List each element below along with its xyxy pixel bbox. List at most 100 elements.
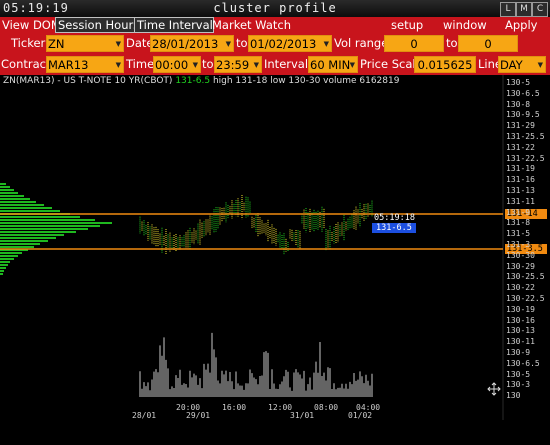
profile-bar xyxy=(0,240,48,242)
profile-bar xyxy=(0,195,24,197)
chevron-down-icon: ▼ xyxy=(192,61,198,69)
profile-bar xyxy=(0,270,4,272)
line-select[interactable]: DAY ▼ xyxy=(498,56,546,73)
chevron-down-icon: ▼ xyxy=(349,61,355,69)
to-label-2: to xyxy=(202,57,214,71)
profile-bar xyxy=(0,246,34,248)
volume-profile xyxy=(0,183,112,275)
y-tick-label: 130-19 xyxy=(506,304,535,314)
profile-bar xyxy=(0,189,14,191)
profile-bar xyxy=(0,252,22,254)
y-tick-label: 130-8 xyxy=(506,99,531,109)
profile-bar xyxy=(0,204,44,206)
vol-range-label: Vol range xyxy=(334,36,389,50)
control-row-1: Ticker ZN ▼ Date 28/01/2013 ▼ to 01/02/2… xyxy=(0,33,550,54)
y-tick-label: 130-5 xyxy=(506,369,531,379)
y-tick-label: 131-22 xyxy=(506,142,535,152)
y-tick-label: 130-3 xyxy=(506,380,531,390)
menu-bar: View DOM Session Hours Time Interval Mar… xyxy=(0,17,550,33)
profile-bar xyxy=(0,219,95,221)
profile-bar xyxy=(0,237,56,239)
window-button-m[interactable]: M xyxy=(516,2,532,17)
profile-bar xyxy=(0,186,10,188)
time-from-value: 00:00 xyxy=(155,58,189,72)
date-to-input[interactable]: 01/02/2013 ▼ xyxy=(248,35,332,52)
tab-session-hours[interactable]: Session Hours xyxy=(55,17,139,33)
y-tick-label: 131-8 xyxy=(506,218,531,228)
profile-bar xyxy=(0,228,88,230)
y-tick-label: 130 xyxy=(506,391,521,401)
profile-bar xyxy=(0,183,6,185)
y-tick-label: 130-9 xyxy=(506,348,531,357)
y-tick-label: 130-5 xyxy=(506,78,531,87)
y-tick-label: 131-29 xyxy=(506,121,535,131)
y-tick-label: 131-25.5 xyxy=(506,132,545,141)
interval-value: 60 MIN xyxy=(310,58,351,72)
profile-bar xyxy=(0,234,64,236)
volume-histogram xyxy=(139,332,373,397)
current-price-tag: 131-6.5 xyxy=(372,223,416,233)
profile-bar xyxy=(0,225,100,227)
y-tick-label: 131-5 xyxy=(506,229,531,239)
contract-select[interactable]: MAR13 ▼ xyxy=(46,56,124,73)
x-date-label: 28/01 xyxy=(132,411,157,420)
y-tick-label: 130-25.5 xyxy=(506,272,545,282)
interval-label: Interval xyxy=(264,57,309,71)
vol-range-from-input[interactable]: 0 xyxy=(384,35,444,52)
chevron-down-icon: ▼ xyxy=(537,61,543,69)
profile-bar xyxy=(0,231,76,233)
profile-bar xyxy=(0,273,3,275)
date-to-value: 01/02/2013 xyxy=(250,37,317,51)
chart-canvas xyxy=(0,75,504,420)
y-tick-label: 131-3 xyxy=(506,240,531,249)
chevron-down-icon: ▼ xyxy=(115,40,121,48)
time-from-input[interactable]: 00:00 ▼ xyxy=(153,56,201,73)
chevron-down-icon: ▼ xyxy=(253,61,259,69)
contract-value: MAR13 xyxy=(48,58,89,72)
profile-bar xyxy=(0,192,18,194)
window-button-l[interactable]: L xyxy=(500,2,516,17)
y-tick-label: 130-13 xyxy=(506,326,535,336)
apply-button[interactable]: Apply xyxy=(505,17,537,33)
y-tick-label: 130-22 xyxy=(506,283,535,293)
ticker-select[interactable]: ZN ▼ xyxy=(46,35,124,52)
profile-bar xyxy=(0,201,36,203)
profile-bar xyxy=(0,258,14,260)
time-tag: 05:19:18 xyxy=(374,213,415,223)
chevron-down-icon: ▼ xyxy=(115,61,121,69)
y-tick-label: 131-16 xyxy=(506,175,535,185)
price-bars xyxy=(139,194,373,255)
chevron-down-icon: ▼ xyxy=(225,40,231,48)
chevron-down-icon: ▼ xyxy=(323,40,329,48)
date-from-value: 28/01/2013 xyxy=(152,37,219,51)
price-scale-input[interactable]: 0.015625 xyxy=(414,56,476,73)
vol-range-to-input[interactable]: 0 xyxy=(458,35,518,52)
vol-to-label: to xyxy=(446,36,458,50)
y-tick-label: 130-30 xyxy=(506,250,535,260)
profile-bar xyxy=(0,222,112,224)
x-date-label: 29/01 xyxy=(186,411,211,420)
profile-bar xyxy=(0,267,6,269)
profile-bar xyxy=(0,255,18,257)
window-button-c[interactable]: C xyxy=(532,2,548,17)
y-tick-label: 131-11 xyxy=(506,196,535,206)
ticker-value: ZN xyxy=(48,37,65,51)
y-tick-label: 130-6.5 xyxy=(506,358,540,368)
interval-select[interactable]: 60 MIN ▼ xyxy=(308,56,358,73)
time-to-input[interactable]: 23:59 ▼ xyxy=(214,56,262,73)
menu-setup[interactable]: setup xyxy=(391,17,423,33)
y-tick-label: 131-13 xyxy=(506,186,535,195)
x-date-label: 01/02 xyxy=(348,411,373,420)
crosshair-icon[interactable] xyxy=(487,382,501,396)
profile-bar xyxy=(0,216,80,218)
x-date-label: 31/01 xyxy=(290,411,315,420)
x-tick-label: 12:00 xyxy=(268,403,293,412)
menu-view-dom[interactable]: View DOM xyxy=(2,17,61,33)
x-tick-label: 16:00 xyxy=(222,403,247,412)
tab-time-interval[interactable]: Time Interval xyxy=(134,17,214,33)
profile-bar xyxy=(0,210,60,212)
menu-market-watch[interactable]: Market Watch xyxy=(212,17,291,33)
date-from-input[interactable]: 28/01/2013 ▼ xyxy=(150,35,234,52)
profile-bar xyxy=(0,198,30,200)
menu-window[interactable]: window xyxy=(443,17,487,33)
